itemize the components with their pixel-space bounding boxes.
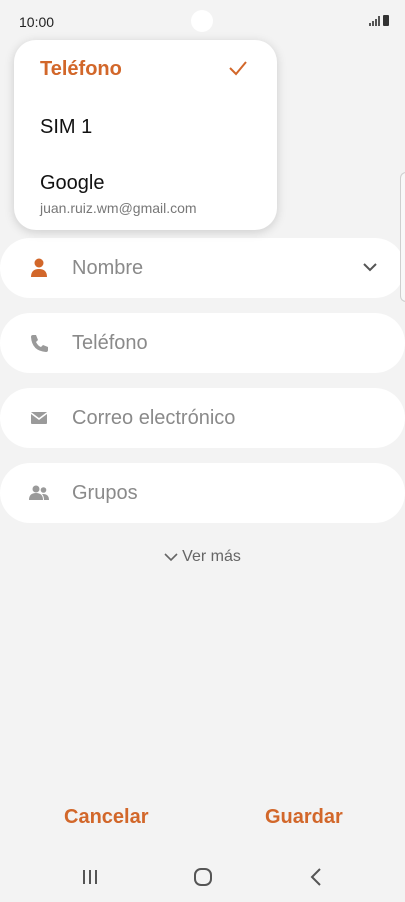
name-field[interactable]: Nombre <box>0 238 405 298</box>
signal-icon <box>369 16 380 26</box>
recent-apps-icon[interactable] <box>78 866 102 888</box>
battery-icon <box>383 15 389 26</box>
groups-icon <box>29 485 49 500</box>
email-field[interactable]: Correo electrónico <box>0 388 405 448</box>
status-time: 10:00 <box>19 14 55 30</box>
home-icon[interactable] <box>191 866 215 888</box>
check-icon <box>229 61 247 76</box>
navigation-bar <box>0 852 405 902</box>
chevron-down-icon <box>164 553 178 561</box>
email-icon <box>30 412 48 424</box>
dropdown-item-phone[interactable]: Teléfono <box>40 58 122 81</box>
status-icons <box>369 15 389 26</box>
scrollbar[interactable] <box>400 172 405 302</box>
dropdown-item-google-account: juan.ruiz.wm@gmail.com <box>40 200 197 216</box>
storage-dropdown-menu: Teléfono SIM 1 Google juan.ruiz.wm@gmail… <box>14 40 277 230</box>
groups-field[interactable]: Grupos <box>0 463 405 523</box>
dropdown-item-google[interactable]: Google <box>40 172 105 195</box>
chevron-down-icon[interactable] <box>361 258 379 276</box>
name-field-label: Nombre <box>72 257 144 279</box>
back-icon[interactable] <box>305 866 329 888</box>
cancel-button[interactable]: Cancelar <box>64 806 149 829</box>
status-bar: 10:00 <box>0 0 405 44</box>
dropdown-item-sim1[interactable]: SIM 1 <box>40 116 92 139</box>
front-camera <box>191 10 213 32</box>
show-more-label: Ver más <box>182 548 241 565</box>
groups-field-label: Grupos <box>72 482 138 504</box>
show-more-button[interactable]: Ver más <box>0 548 405 566</box>
phone-field[interactable]: Teléfono <box>0 313 405 373</box>
person-icon <box>31 258 47 277</box>
phone-icon <box>31 335 48 352</box>
phone-field-label: Teléfono <box>72 332 148 354</box>
save-button[interactable]: Guardar <box>265 806 343 829</box>
email-field-label: Correo electrónico <box>72 407 236 429</box>
